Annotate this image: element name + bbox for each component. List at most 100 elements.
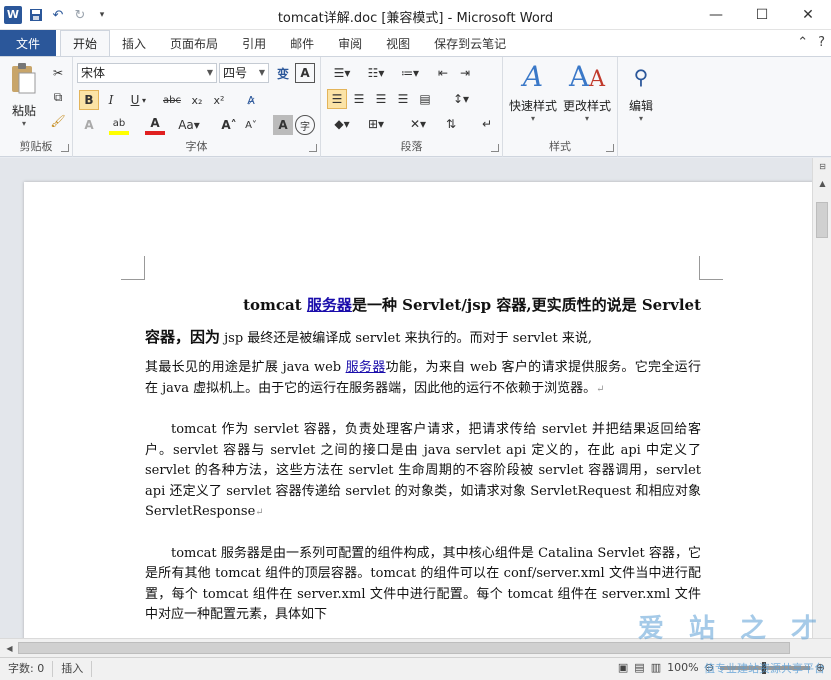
italic-button[interactable]: I: [101, 90, 121, 110]
enclose-char-icon[interactable]: 字: [295, 115, 315, 135]
phonetic-guide-icon[interactable]: 变: [273, 63, 293, 83]
document-body[interactable]: tomcat 服务器是一种 Servlet/jsp 容器,更实质性的说是 Ser…: [145, 286, 701, 626]
clipboard-group: 粘贴 ▾ ✂ ⧉ 🖌 剪贴板: [0, 57, 73, 157]
subscript-button[interactable]: x₂: [187, 90, 207, 110]
quick-styles-icon: A: [522, 60, 544, 93]
line2-bold: 容器，因为: [145, 328, 221, 346]
ruler-toggle-icon[interactable]: ⊟: [813, 158, 831, 175]
vertical-scroll-thumb[interactable]: [816, 202, 828, 238]
align-right-icon[interactable]: ☰: [371, 89, 391, 109]
distributed-icon[interactable]: ▤: [415, 89, 435, 109]
word-count[interactable]: 字数: 0: [0, 661, 54, 677]
increase-indent-icon[interactable]: ⇥: [455, 63, 475, 83]
crop-mark-top-right: [699, 256, 723, 280]
ribbon-tabs: 文件 开始 插入 页面布局 引用 邮件 审阅 视图 保存到云笔记 ⌃ ?: [0, 30, 831, 56]
watermark-subtitle: 值专业建站资源共享平台: [704, 662, 825, 675]
font-family-select[interactable]: 宋体 ▼: [77, 63, 217, 83]
editing-button[interactable]: ⚲ 编辑 ▾: [622, 61, 660, 123]
tab-page-layout[interactable]: 页面布局: [158, 30, 230, 56]
tab-save-to-cloud[interactable]: 保存到云笔记: [422, 30, 518, 56]
ribbon: 粘贴 ▾ ✂ ⧉ 🖌 剪贴板 宋体 ▼ 四号 ▼ 变 A B I U ▾ abc…: [0, 56, 831, 157]
p2-text: tomcat 作为 servlet 容器，负责处理客户请求，把请求传给 serv…: [145, 422, 701, 519]
font-size-select[interactable]: 四号 ▼: [219, 63, 269, 83]
quick-styles-button[interactable]: A 快速样式 ▾: [507, 60, 559, 124]
tab-mailings[interactable]: 邮件: [278, 30, 326, 56]
change-case-icon[interactable]: Aa▾: [175, 115, 203, 135]
close-button[interactable]: ✕: [785, 0, 831, 30]
p1-start: 其最长见的用途是扩展 java web: [145, 360, 346, 375]
styles-group-label: 样式: [549, 140, 571, 153]
shading-icon[interactable]: ◆▾: [327, 114, 357, 134]
scroll-up-icon[interactable]: ▲: [813, 175, 831, 192]
watermark: 爱 站 之 才: [637, 614, 825, 644]
grow-font-icon[interactable]: A˄: [219, 115, 239, 135]
doc-paragraph-2: tomcat 作为 servlet 容器，负责处理客户请求，把请求传给 serv…: [145, 420, 701, 524]
bold-button[interactable]: B: [79, 90, 99, 110]
superscript-button[interactable]: x²: [209, 90, 229, 110]
print-layout-icon[interactable]: ▣: [618, 661, 628, 674]
font-family-value: 宋体: [81, 66, 106, 80]
scroll-left-icon[interactable]: ◀: [0, 640, 19, 657]
paste-button[interactable]: 粘贴 ▾: [6, 61, 42, 128]
paragraph-launcher-icon[interactable]: [491, 144, 499, 152]
align-center-icon[interactable]: ☰: [349, 89, 369, 109]
sort-icon[interactable]: ⇅: [441, 114, 461, 134]
maximize-button[interactable]: ☐: [739, 0, 785, 30]
insert-mode[interactable]: 插入: [53, 661, 93, 677]
tab-file[interactable]: 文件: [0, 30, 57, 56]
justify-icon[interactable]: ☰: [393, 89, 413, 109]
text-effects-icon[interactable]: A: [79, 115, 99, 135]
font-color-icon[interactable]: A: [145, 115, 165, 135]
bullets-icon[interactable]: ☰▾: [327, 63, 357, 83]
underline-dropdown-icon[interactable]: ▾: [139, 90, 149, 110]
char-border-icon[interactable]: A: [295, 63, 315, 83]
document-page[interactable]: tomcat 服务器是一种 Servlet/jsp 容器,更实质性的说是 Ser…: [24, 182, 812, 638]
minimize-ribbon-icon[interactable]: ⌃: [797, 35, 808, 50]
p3-text: tomcat 服务器是由一系列可配置的组件构成，其中核心组件是 Catalina…: [145, 545, 701, 623]
tab-home[interactable]: 开始: [60, 30, 111, 56]
clipboard-launcher-icon[interactable]: [61, 144, 69, 152]
chinese-layout-icon[interactable]: ✕▾: [403, 114, 433, 134]
heading-rest: 是一种 Servlet/jsp 容器,更实质性的说是 Servlet: [351, 296, 701, 314]
editing-label: 编辑: [628, 99, 653, 113]
multilevel-list-icon[interactable]: ≔▾: [395, 63, 425, 83]
tab-insert[interactable]: 插入: [110, 30, 158, 56]
strikethrough-button[interactable]: abc: [159, 90, 185, 110]
help-icon[interactable]: ?: [818, 35, 825, 50]
minimize-button[interactable]: —: [693, 0, 739, 30]
shrink-font-icon[interactable]: A˅: [241, 115, 261, 135]
styles-launcher-icon[interactable]: [606, 144, 614, 152]
tab-review[interactable]: 审阅: [326, 30, 374, 56]
numbering-icon[interactable]: ☷▾: [361, 63, 391, 83]
change-styles-icon: AA: [568, 60, 606, 93]
window-controls: — ☐ ✕: [693, 0, 831, 30]
align-left-icon[interactable]: ☰: [327, 89, 347, 109]
tab-references[interactable]: 引用: [230, 30, 278, 56]
borders-icon[interactable]: ⊞▾: [361, 114, 391, 134]
highlight-color-icon[interactable]: ab: [109, 115, 129, 135]
tab-view[interactable]: 视图: [374, 30, 422, 56]
server-link-2[interactable]: 服务器: [346, 360, 386, 375]
change-styles-button[interactable]: AA 更改样式 ▾: [561, 60, 613, 124]
doc-heading-line: tomcat 服务器是一种 Servlet/jsp 容器,更实质性的说是 Ser…: [145, 286, 701, 324]
font-launcher-icon[interactable]: [309, 144, 317, 152]
clear-format-icon[interactable]: A̷: [241, 90, 261, 110]
crop-mark-top-left: [121, 256, 145, 280]
cut-icon[interactable]: ✂: [48, 63, 68, 83]
format-painter-icon[interactable]: 🖌: [48, 111, 68, 131]
paste-label: 粘贴: [11, 104, 36, 118]
line-spacing-icon[interactable]: ↕▾: [447, 89, 475, 109]
show-marks-icon[interactable]: ↵: [477, 114, 497, 134]
zoom-level[interactable]: 100%: [667, 661, 698, 674]
server-link[interactable]: 服务器: [307, 296, 352, 314]
ribbon-right-controls: ⌃ ?: [797, 35, 825, 50]
copy-icon[interactable]: ⧉: [48, 87, 68, 107]
web-layout-icon[interactable]: ▥: [651, 661, 661, 674]
styles-group: A 快速样式 ▾ AA 更改样式 ▾ 样式: [503, 57, 618, 157]
editing-group: ⚲ 编辑 ▾: [618, 57, 664, 157]
paragraph-group-label: 段落: [400, 140, 423, 153]
vertical-scrollbar[interactable]: ⊟ ▲: [812, 158, 831, 638]
reading-view-icon[interactable]: ▤: [634, 661, 644, 674]
decrease-indent-icon[interactable]: ⇤: [433, 63, 453, 83]
char-shading-icon[interactable]: A: [273, 115, 293, 135]
